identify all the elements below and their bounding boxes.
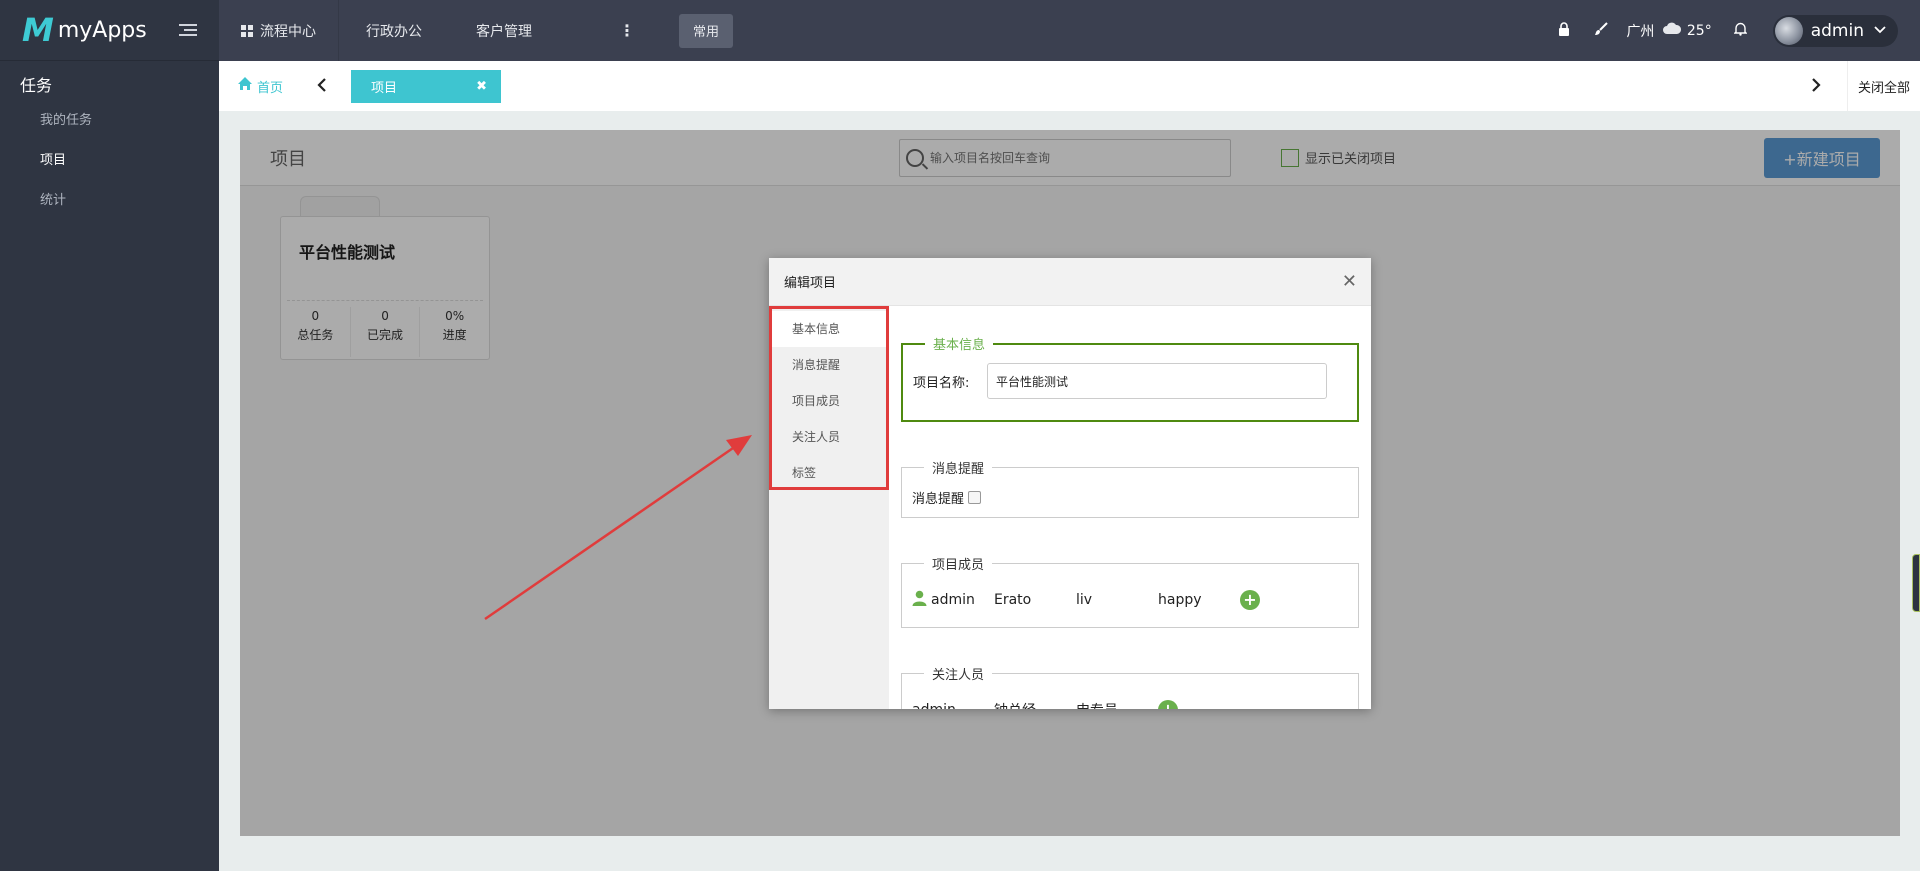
logo[interactable]: M myApps (0, 0, 219, 61)
topbar-right: 广州 25° admin (1546, 0, 1920, 61)
bell-icon[interactable] (1733, 22, 1748, 40)
watcher-name: 钟总经 (994, 700, 1036, 709)
tab-projects[interactable]: 项目 ✖ (351, 69, 502, 103)
watcher-name: admin (912, 702, 956, 709)
edit-project-modal: 编辑项目 ✕ 基本信息 消息提醒 项目成员 关注人员 标签 基本信息 项目名称:… (769, 258, 1371, 709)
reminder-section: 消息提醒 消息提醒 (901, 458, 1359, 518)
member-item[interactable]: Erato (994, 592, 1076, 608)
member-item[interactable]: admin (912, 590, 994, 610)
section-legend: 基本信息 (933, 338, 986, 353)
project-name-label: 项目名称: (913, 375, 970, 391)
home-label: 首页 (257, 80, 284, 96)
section-legend: 项目成员 (932, 558, 985, 573)
sidebar-section-title[interactable]: 任务 (0, 61, 219, 101)
chevron-right-icon[interactable] (1811, 77, 1821, 96)
project-name-input[interactable] (987, 363, 1327, 399)
tab-label: 项目 (371, 80, 398, 96)
watcher-item[interactable]: 钟总经 (994, 700, 1076, 709)
modal-header: 编辑项目 ✕ (769, 258, 1371, 306)
members-list: admin Erato liv happy + (912, 573, 1348, 627)
temperature: 25° (1686, 23, 1712, 39)
person-icon (912, 590, 927, 610)
member-item[interactable]: happy (1158, 592, 1240, 608)
logo-text: myApps (57, 17, 147, 43)
sidebar-item-statistics[interactable]: 统计 (0, 181, 219, 221)
sidebar: M myApps 任务 我的任务 项目 统计 (0, 0, 219, 871)
home-icon (237, 76, 253, 96)
watchers-list: admin 钟总经 申专员 + (912, 683, 1348, 709)
member-item[interactable]: liv (1076, 592, 1158, 608)
topnav-label: 流程中心 (260, 23, 316, 40)
modal-nav-reminder[interactable]: 消息提醒 (772, 347, 886, 383)
reminder-label: 消息提醒 (912, 491, 965, 507)
reminder-checkbox[interactable] (968, 490, 982, 504)
watchers-section: 关注人员 admin 钟总经 申专员 + (901, 664, 1359, 709)
member-name: admin (931, 592, 975, 608)
grid-icon (241, 24, 253, 37)
project-name-row: 项目名称: (913, 363, 1347, 399)
user-menu[interactable]: admin (1772, 14, 1898, 47)
close-all-button[interactable]: 关闭全部 (1846, 61, 1920, 111)
modal-nav: 基本信息 消息提醒 项目成员 关注人员 标签 (769, 306, 889, 709)
section-legend: 关注人员 (932, 668, 985, 683)
top-bar: 流程中心 行政办公 客户管理 ⋮ 常用 广州 25° admin (219, 0, 1920, 61)
member-name: liv (1076, 592, 1093, 608)
lock-icon[interactable] (1558, 21, 1570, 40)
sidebar-item-projects[interactable]: 项目 (0, 141, 219, 181)
more-icon[interactable]: ⋮ (559, 21, 675, 40)
member-name: happy (1158, 592, 1202, 608)
chevron-left-icon[interactable] (317, 77, 327, 96)
weather: 25° (1662, 22, 1712, 39)
city-label: 广州 (1626, 23, 1655, 40)
topnav-customer-management[interactable]: 客户管理 (449, 21, 559, 41)
members-section: 项目成员 admin Erato liv happy + (901, 554, 1359, 628)
brush-icon[interactable] (1594, 21, 1609, 40)
cloud-icon (1663, 22, 1682, 34)
tab-bar: 首页 项目 ✖ 关闭全部 (219, 61, 1920, 111)
modal-body: 基本信息 项目名称: 消息提醒 消息提醒 项目成员 admin (889, 306, 1371, 709)
reminder-row: 消息提醒 (912, 477, 1348, 517)
home-link[interactable]: 首页 (237, 76, 283, 96)
modal-title: 编辑项目 (784, 276, 837, 291)
basic-info-section: 基本信息 项目名称: (901, 334, 1359, 422)
modal-nav-members[interactable]: 项目成员 (772, 383, 886, 419)
add-watcher-icon[interactable]: + (1158, 700, 1178, 709)
modal-nav-watchers[interactable]: 关注人员 (772, 419, 886, 455)
topnav-workflow-center[interactable]: 流程中心 (219, 0, 339, 61)
avatar (1774, 16, 1803, 45)
watcher-item[interactable]: 申专员 (1076, 700, 1158, 709)
close-icon[interactable]: ✖ (476, 79, 487, 94)
modal-nav-basic-info[interactable]: 基本信息 (772, 311, 886, 347)
close-icon[interactable]: ✕ (1342, 271, 1357, 292)
side-widget-handle[interactable] (1912, 554, 1920, 612)
modal-nav-tags[interactable]: 标签 (772, 455, 886, 491)
member-name: Erato (994, 592, 1032, 608)
menu-toggle-icon[interactable] (179, 24, 197, 38)
watcher-item[interactable]: admin (912, 702, 994, 709)
common-button[interactable]: 常用 (679, 13, 733, 48)
add-member-icon[interactable]: + (1240, 590, 1260, 610)
logo-mark-icon: M (22, 11, 54, 49)
chevron-down-icon (1874, 23, 1886, 38)
sidebar-item-my-tasks[interactable]: 我的任务 (0, 101, 219, 141)
watcher-name: 申专员 (1076, 700, 1118, 709)
topnav-admin-office[interactable]: 行政办公 (339, 21, 449, 41)
user-name: admin (1810, 20, 1864, 41)
modal-nav-highlight-box: 基本信息 消息提醒 项目成员 关注人员 标签 (769, 306, 889, 490)
section-legend: 消息提醒 (932, 462, 985, 477)
